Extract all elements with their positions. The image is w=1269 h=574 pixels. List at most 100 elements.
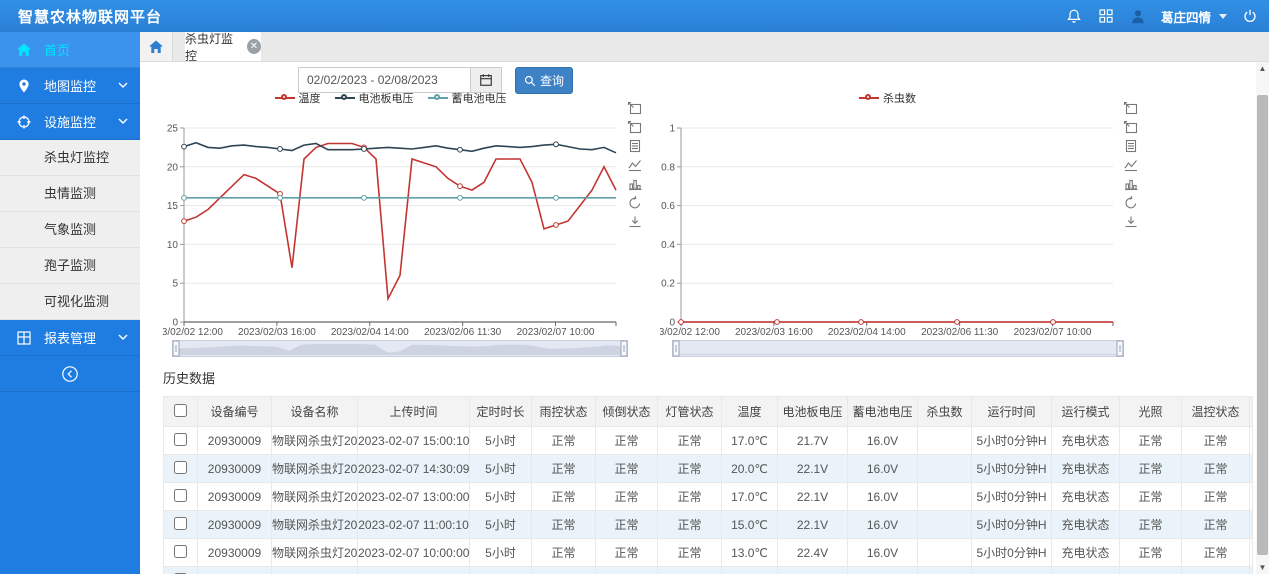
table-row[interactable]: 20930009 物联网杀虫灯209 2023-02-07 14:30:09 5小时正…	[163, 454, 1253, 483]
table-row[interactable]: 20930009 物联网杀虫灯209 2023-02-07 15:00:10 5小时正…	[163, 426, 1253, 455]
restore-icon[interactable]	[627, 195, 643, 211]
table-header-cell: 倾倒状态	[595, 396, 658, 427]
table-cell: 5小时	[469, 454, 532, 483]
save-image-icon[interactable]	[627, 214, 643, 230]
app-title: 智慧农林物联网平台	[18, 8, 163, 26]
switch-bar-icon[interactable]	[1123, 176, 1139, 192]
table-cell: 正常	[595, 566, 658, 574]
switch-line-icon[interactable]	[627, 157, 643, 173]
table-cell: 5小时	[469, 426, 532, 455]
vertical-scrollbar[interactable]: ▲ ▼	[1256, 62, 1269, 574]
table-cell: 正常	[531, 510, 596, 539]
zoom-reset-icon[interactable]	[627, 119, 643, 135]
table-row[interactable]: 20930009 物联网杀虫灯209 2023-02-07 10:00:00 5小时正…	[163, 538, 1253, 567]
sidebar-subitem[interactable]: 孢子监测	[0, 248, 140, 284]
tab-home-button[interactable]	[140, 32, 173, 61]
legend-item[interactable]: 温度	[274, 90, 321, 106]
bell-icon[interactable]	[1065, 7, 1083, 25]
table-cell: 正常	[1119, 454, 1182, 483]
legend-item[interactable]: 电池板电压	[334, 90, 414, 106]
table-cell: 正常	[531, 482, 596, 511]
svg-text:0.8: 0.8	[661, 162, 675, 173]
calendar-icon[interactable]	[470, 68, 501, 92]
scrollbar-thumb[interactable]	[1257, 95, 1268, 555]
table-cell: 2023-02-07 10:00:00	[357, 538, 470, 567]
legend-item[interactable]: 蓄电池电压	[427, 90, 507, 106]
marquee-zoom-icon[interactable]	[1123, 100, 1139, 116]
restore-icon[interactable]	[1123, 195, 1139, 211]
sidebar-item-report-management[interactable]: 报表管理	[0, 320, 140, 356]
row-checkbox[interactable]	[174, 460, 187, 474]
switch-bar-icon[interactable]	[627, 176, 643, 192]
table-cell: 16.0V	[847, 510, 918, 539]
sidebar-collapse-button[interactable]	[0, 356, 140, 392]
table-cell	[721, 566, 778, 574]
table-cell: 正常	[657, 566, 722, 574]
legend-item[interactable]: 杀虫数	[859, 90, 916, 106]
svg-text:2023/02/07 10:00: 2023/02/07 10:00	[517, 327, 595, 338]
table-cell	[1249, 482, 1253, 511]
table-cell: 22.1V	[777, 454, 848, 483]
sidebar-subitem[interactable]: 虫情监测	[0, 176, 140, 212]
table-cell	[1249, 566, 1253, 574]
tab-insecticidal-lamp[interactable]: 杀虫灯监控 ✕	[185, 32, 261, 63]
data-view-icon[interactable]	[1123, 138, 1139, 154]
avatar-icon[interactable]	[1129, 7, 1147, 25]
table-header-row: 设备编号 设备名称 上传时间 定时时长 雨控状态 倾倒状态 灯管状态 温度 电池板电压 蓄电池电压…	[163, 396, 1253, 427]
legend-label: 电池板电压	[358, 93, 414, 105]
tab-close-icon[interactable]: ✕	[247, 39, 261, 54]
table-cell: 16.0V	[847, 454, 918, 483]
sidebar-item-home[interactable]: 首页	[0, 32, 140, 68]
sidebar-subitem[interactable]: 可视化监测	[0, 284, 140, 320]
svg-text:2023/02/04 14:00: 2023/02/04 14:00	[828, 327, 906, 338]
report-icon	[17, 330, 31, 345]
table-header-cell: 电池板电压	[777, 396, 848, 427]
switch-line-icon[interactable]	[1123, 157, 1139, 173]
sidebar-item-facility-monitor[interactable]: 设施监控	[0, 104, 140, 140]
username[interactable]: 葛庄四情	[1161, 7, 1211, 26]
line-chart-temperature-voltage[interactable]: 05101520252023/02/02 12:002023/02/03 16:…	[163, 106, 618, 338]
power-icon[interactable]	[1241, 7, 1259, 25]
row-checkbox[interactable]	[174, 516, 187, 530]
select-all-checkbox[interactable]	[174, 403, 187, 417]
table-cell: 正常	[1119, 538, 1182, 567]
table-cell: 正常	[1181, 510, 1250, 539]
sidebar-subitem[interactable]: 杀虫灯监控	[0, 140, 140, 176]
table-row[interactable]: 20930009 物联网杀虫灯209 2023-02-07 13:00:00 5小时正…	[163, 482, 1253, 511]
row-checkbox[interactable]	[174, 544, 187, 558]
table-cell: 5小时0分钟H	[971, 426, 1052, 455]
table-header-cell: 温控状态	[1181, 396, 1250, 427]
history-table: 设备编号 设备名称 上传时间 定时时长 雨控状态 倾倒状态 灯管状态 温度 电池板电压 蓄电池电压…	[163, 396, 1253, 574]
table-row[interactable]: 20930009 物联网杀虫灯209 2023-02-07 11:00:10 5小时正…	[163, 510, 1253, 539]
line-chart-kill-count[interactable]: 00.20.40.60.812023/02/02 12:002023/02/03…	[660, 106, 1115, 338]
search-button-label: 查询	[539, 74, 564, 88]
table-cell: 正常	[595, 538, 658, 567]
caret-down-icon[interactable]	[1219, 13, 1227, 19]
table-cell: 5小时0分钟H	[971, 454, 1052, 483]
date-range-input[interactable]	[299, 68, 470, 92]
table-cell: 充电状态	[1051, 510, 1120, 539]
table-cell: 5小时0分钟H	[971, 482, 1052, 511]
table-cell	[357, 566, 470, 574]
zoom-reset-icon[interactable]	[1123, 119, 1139, 135]
sidebar-subitem[interactable]: 气象监测	[0, 212, 140, 248]
table-row[interactable]: 20930009物联网杀虫灯2095小时正常正常正常5小时0分钟H充电状态正常正…	[163, 566, 1253, 574]
marquee-zoom-icon[interactable]	[627, 100, 643, 116]
table-header-cell: 设备名称	[271, 396, 358, 427]
scroll-up-icon[interactable]: ▲	[1256, 62, 1269, 75]
save-image-icon[interactable]	[1123, 214, 1139, 230]
svg-text:2023/02/06 11:30: 2023/02/06 11:30	[921, 327, 999, 338]
table-cell	[163, 538, 198, 567]
legend-label: 蓄电池电压	[451, 93, 507, 105]
sidebar-item-map-monitor[interactable]: 地图监控	[0, 68, 140, 104]
table-cell: 充电状态	[1051, 538, 1120, 567]
row-checkbox[interactable]	[174, 488, 187, 502]
qrcode-icon[interactable]	[1097, 7, 1115, 25]
data-view-icon[interactable]	[627, 138, 643, 154]
datazoom-slider[interactable]	[672, 340, 1124, 357]
scroll-down-icon[interactable]: ▼	[1256, 561, 1269, 574]
table-cell: 正常	[1119, 482, 1182, 511]
svg-text:0.2: 0.2	[661, 279, 675, 290]
row-checkbox[interactable]	[174, 432, 187, 446]
datazoom-slider[interactable]	[172, 340, 628, 357]
